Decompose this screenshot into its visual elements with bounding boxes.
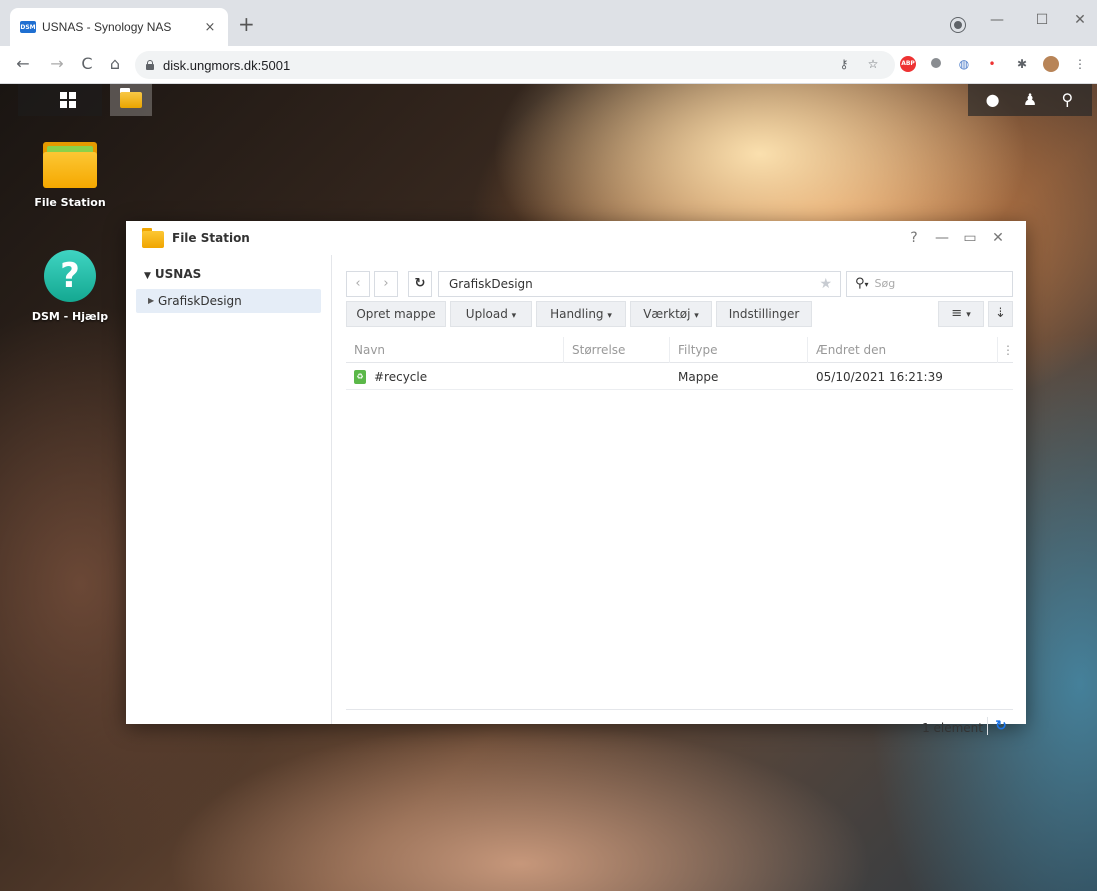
browser-tab[interactable]: DSM USNAS - Synology NAS × — [10, 8, 228, 46]
file-station-window: File Station ? — ▭ ✕ ▼ USNAS ▶ GrafiskDes… — [126, 221, 1026, 735]
record-icon[interactable]: • — [984, 56, 1000, 72]
view-mode-button[interactable]: ≡ ▾ — [938, 301, 984, 327]
upload-button[interactable]: Upload ▾ — [450, 301, 532, 327]
action-toolbar: Opret mappe Upload ▾ Handling ▾ Værktøj … — [346, 301, 1013, 327]
bookmark-star-icon[interactable]: ☆ — [865, 56, 881, 72]
tree-root-label: USNAS — [154, 267, 202, 281]
search-icon[interactable]: ⚲▾ — [855, 272, 869, 297]
help-button[interactable]: ? — [900, 229, 928, 247]
file-type: Mappe — [678, 370, 719, 384]
column-header-size[interactable]: Størrelse — [564, 337, 670, 363]
search-icon[interactable]: ⚲ — [1055, 90, 1079, 110]
status-refresh-icon[interactable]: ↻ — [991, 718, 1011, 734]
url-text: disk.ungmors.dk:5001 — [163, 57, 291, 73]
main-menu-icon — [60, 92, 76, 108]
folder-tree: ▼ USNAS ▶ GrafiskDesign — [126, 255, 332, 724]
list-view-icon: ≡ — [951, 306, 963, 321]
file-name: #recycle — [374, 370, 428, 384]
main-menu-button[interactable] — [18, 84, 102, 116]
path-field[interactable]: GrafiskDesign ★ — [438, 271, 841, 297]
tree-item-label: GrafiskDesign — [158, 294, 242, 308]
puzzle-icon[interactable]: ✱ — [1014, 56, 1030, 72]
window-title: File Station — [172, 231, 250, 245]
status-separator — [987, 717, 988, 735]
reload-button[interactable]: C — [76, 54, 98, 74]
desktop-icon-dsm-help[interactable]: ? DSM - Hjælp — [20, 250, 120, 323]
taskbar-file-station-button[interactable] — [110, 84, 152, 116]
window-close-button[interactable]: ✕ — [1068, 12, 1092, 28]
create-folder-button[interactable]: Opret mappe — [346, 301, 446, 327]
dsm-taskbar: ● ♟ ⚲ — [0, 84, 1097, 116]
browser-tabstrip: DSM USNAS - Synology NAS × + — ☐ ✕ — [0, 0, 1097, 46]
column-header-name[interactable]: Navn — [346, 337, 564, 363]
column-options-icon[interactable]: ⋮ — [998, 337, 1014, 363]
favorite-star-icon[interactable]: ★ — [819, 272, 832, 296]
settings-button[interactable]: Indstillinger — [716, 301, 812, 327]
back-nav-button[interactable]: ‹ — [346, 271, 370, 297]
home-button[interactable]: ⌂ — [104, 54, 126, 74]
forward-button[interactable]: → — [46, 54, 68, 74]
desktop-icon-label: File Station — [34, 196, 106, 209]
window-maximize-button[interactable]: ☐ — [1030, 12, 1054, 28]
address-bar[interactable]: disk.ungmors.dk:5001 — [135, 51, 895, 79]
refresh-button[interactable]: ↻ — [408, 271, 432, 297]
navigation-row: ‹ › ↻ GrafiskDesign ★ ⚲▾ Søg — [346, 271, 1013, 297]
close-button[interactable]: ✕ — [984, 229, 1012, 247]
opera-icon[interactable]: ◍ — [956, 56, 972, 72]
file-grid-header: Navn Størrelse Filtype Ændret den ⋮ — [346, 337, 1014, 363]
tab-close-icon[interactable]: × — [202, 20, 218, 35]
file-browser: ‹ › ↻ GrafiskDesign ★ ⚲▾ Søg Opret mappe… — [333, 255, 1026, 735]
back-button[interactable]: ← — [12, 54, 34, 74]
window-minimize-button[interactable]: — — [985, 12, 1009, 28]
avatar-icon[interactable] — [1043, 56, 1059, 72]
desktop-icon-label: DSM - Hjælp — [31, 310, 109, 323]
column-header-type[interactable]: Filtype — [670, 337, 808, 363]
sort-icon: ⇣ — [995, 306, 1006, 321]
folder-icon — [43, 142, 97, 188]
user-icon[interactable]: ♟ — [1018, 90, 1042, 110]
folder-icon — [142, 228, 164, 248]
system-tray: ● ♟ ⚲ — [968, 84, 1092, 116]
chat-icon[interactable]: ● — [981, 90, 1005, 110]
tree-item-grafiskdesign[interactable]: ▶ GrafiskDesign — [136, 289, 321, 313]
minimize-button[interactable]: — — [928, 229, 956, 247]
sort-button[interactable]: ⇣ — [988, 301, 1013, 327]
file-modified: 05/10/2021 16:21:39 — [816, 370, 943, 384]
chevron-right-icon[interactable]: ▶ — [148, 289, 154, 313]
lock-icon — [145, 60, 155, 70]
key-icon[interactable]: ⚷ — [836, 56, 852, 72]
tab-title: USNAS - Synology NAS — [42, 20, 172, 34]
new-tab-button[interactable]: + — [238, 14, 255, 34]
tree-root-usnas[interactable]: ▼ USNAS — [144, 267, 201, 281]
tools-button[interactable]: Værktøj ▾ — [630, 301, 712, 327]
action-button[interactable]: Handling ▾ — [536, 301, 626, 327]
help-icon: ? — [44, 250, 96, 302]
forward-nav-button[interactable]: › — [374, 271, 398, 297]
browser-toolbar: ← → C ⌂ disk.ungmors.dk:5001 ⚷ ☆ ABP ◍ •… — [0, 46, 1097, 84]
search-input[interactable]: ⚲▾ Søg — [846, 271, 1013, 297]
menu-icon[interactable]: ⋮ — [1072, 56, 1088, 72]
file-size — [564, 364, 670, 390]
path-text: GrafiskDesign — [449, 277, 533, 291]
abp-icon[interactable]: ABP — [900, 56, 916, 72]
dsm-desktop: ● ♟ ⚲ File Station ? DSM - Hjælp File St… — [0, 84, 1097, 891]
maximize-button[interactable]: ▭ — [956, 229, 984, 247]
column-header-modified[interactable]: Ændret den — [808, 337, 998, 363]
folder-icon — [120, 88, 142, 108]
table-row[interactable]: ♻ #recycle Mappe 05/10/2021 16:21:39 — [346, 364, 1013, 390]
status-divider — [346, 709, 1013, 710]
dsm-favicon-icon: DSM — [20, 21, 36, 33]
recycle-bin-icon: ♻ — [354, 370, 366, 384]
profile-icon[interactable] — [951, 18, 965, 32]
desktop-icon-file-station[interactable]: File Station — [20, 142, 120, 209]
window-header[interactable]: File Station ? — ▭ ✕ — [126, 221, 1026, 255]
extension-circle-icon[interactable] — [928, 56, 944, 72]
search-placeholder: Søg — [874, 277, 896, 290]
item-count: 1 element — [922, 721, 983, 735]
chevron-down-icon[interactable]: ▼ — [144, 271, 151, 281]
